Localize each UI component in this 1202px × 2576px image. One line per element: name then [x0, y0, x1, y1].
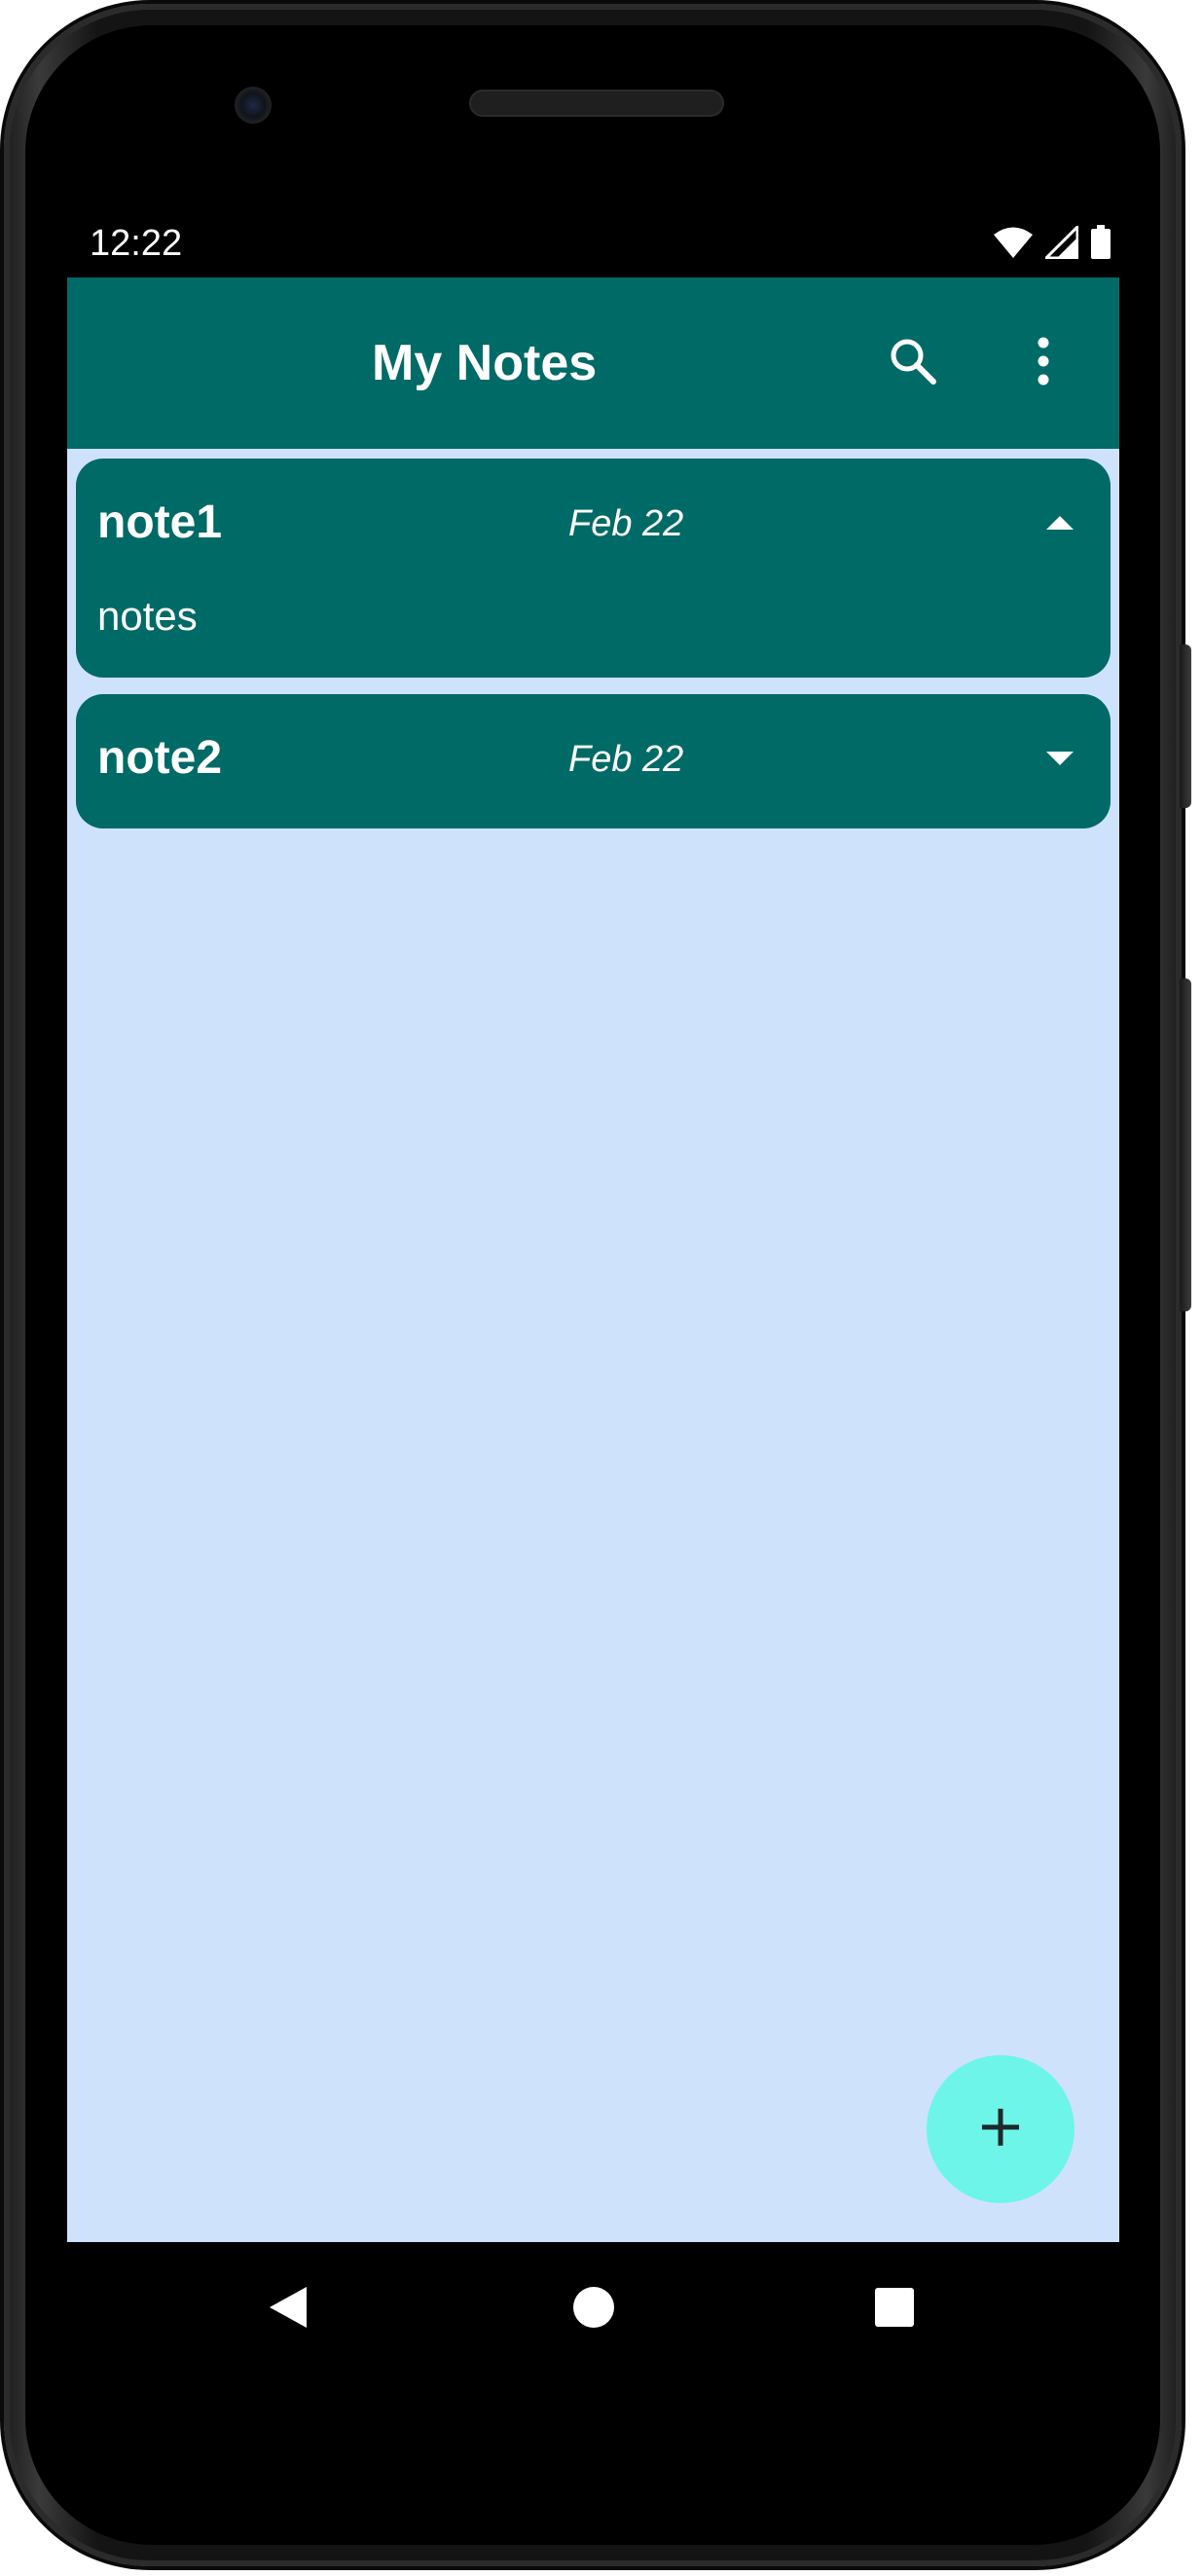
- back-icon: [268, 2285, 309, 2335]
- note-date: Feb 22: [568, 503, 684, 544]
- plus-icon: [979, 2106, 1022, 2153]
- app-screen: My Notes note1 Feb 22 notes note2 Feb 22: [67, 277, 1119, 2242]
- battery-icon: [1090, 225, 1111, 265]
- note-date: Feb 22: [568, 739, 684, 780]
- note-body: notes: [97, 593, 198, 639]
- note-card[interactable]: note1 Feb 22 notes: [76, 459, 1111, 678]
- back-button[interactable]: [244, 2265, 332, 2353]
- search-button[interactable]: [876, 326, 950, 400]
- status-bar: 12:22: [67, 219, 1119, 276]
- app-bar: My Notes: [67, 277, 1119, 449]
- more-vert-icon: [1037, 336, 1050, 391]
- front-camera: [235, 87, 272, 124]
- page-title: My Notes: [372, 335, 598, 391]
- chevron-up-icon: [1045, 515, 1075, 535]
- status-icons: [993, 223, 1111, 265]
- home-button[interactable]: [550, 2265, 637, 2353]
- power-button: [1180, 978, 1191, 1311]
- note-card[interactable]: note2 Feb 22: [76, 694, 1111, 828]
- home-icon: [572, 2286, 615, 2334]
- wifi-icon: [993, 226, 1034, 264]
- collapse-button[interactable]: [1037, 501, 1083, 548]
- navigation-bar: [67, 2242, 1119, 2378]
- note-title: note1: [97, 497, 223, 548]
- more-options-button[interactable]: [1006, 326, 1080, 400]
- volume-button: [1180, 644, 1191, 808]
- expand-button[interactable]: [1037, 737, 1083, 784]
- recents-icon: [875, 2287, 914, 2332]
- add-note-button[interactable]: [927, 2055, 1075, 2203]
- chevron-down-icon: [1045, 751, 1075, 771]
- search-icon: [888, 336, 938, 391]
- note-title: note2: [97, 732, 223, 784]
- status-time: 12:22: [90, 223, 183, 264]
- recents-button[interactable]: [851, 2265, 938, 2353]
- cellular-signal-icon: [1042, 223, 1079, 264]
- earpiece-speaker: [469, 90, 724, 117]
